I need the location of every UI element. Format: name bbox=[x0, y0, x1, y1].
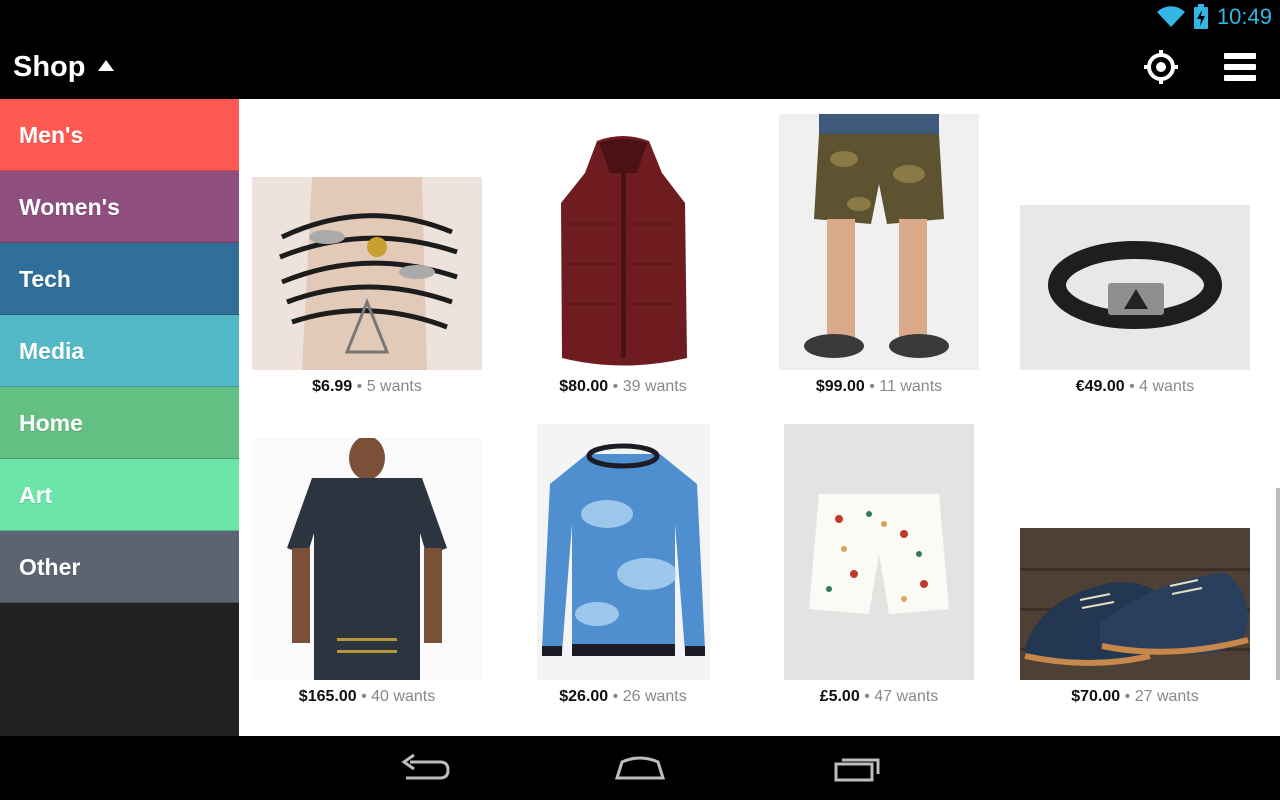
caret-up-icon bbox=[97, 60, 114, 71]
product-card[interactable] bbox=[779, 114, 979, 370]
product-card[interactable] bbox=[252, 177, 482, 407]
product-wants: 26 wants bbox=[622, 688, 687, 705]
product-price: $99.00 bbox=[815, 378, 865, 395]
action-bar: Shop bbox=[0, 33, 1280, 99]
product-caption: $6.99 • 5 wants bbox=[252, 378, 482, 396]
product-price: $26.00 bbox=[559, 688, 609, 705]
separator: • bbox=[1124, 688, 1131, 705]
sidebar-item-label: Other bbox=[19, 554, 81, 580]
product-caption: €49.00 • 4 wants bbox=[1020, 378, 1250, 396]
product-caption: $165.00 • 40 wants bbox=[252, 688, 482, 706]
product-card[interactable] bbox=[784, 424, 974, 680]
product-price: $6.99 bbox=[312, 378, 353, 395]
sidebar-item-label: Home bbox=[19, 410, 83, 436]
product-wants: 47 wants bbox=[874, 688, 939, 705]
separator: • bbox=[1129, 378, 1135, 395]
recents-icon[interactable] bbox=[828, 750, 888, 786]
product-wants: 27 wants bbox=[1134, 688, 1199, 705]
product-caption: $80.00 • 39 wants bbox=[508, 378, 738, 396]
shoes-image bbox=[1020, 528, 1250, 680]
product-caption: £5.00 • 47 wants bbox=[764, 688, 994, 706]
back-icon[interactable] bbox=[396, 750, 456, 786]
separator: • bbox=[869, 378, 875, 395]
product-wants: 11 wants bbox=[879, 378, 943, 395]
sidebar-item-media[interactable]: Media bbox=[0, 315, 239, 387]
category-sidebar: Men's Women's Tech Media Home Art Other bbox=[0, 99, 239, 736]
sidebar-item-home[interactable]: Home bbox=[0, 387, 239, 459]
product-card[interactable] bbox=[1020, 528, 1250, 680]
home-icon[interactable] bbox=[610, 750, 670, 786]
belt-image bbox=[1020, 205, 1250, 370]
product-caption: $99.00 • 11 wants bbox=[764, 378, 994, 396]
separator: • bbox=[612, 688, 619, 705]
sidebar-item-label: Women's bbox=[19, 194, 120, 220]
sidebar-item-womens[interactable]: Women's bbox=[0, 171, 239, 243]
system-nav-bar bbox=[0, 736, 1280, 800]
bracelet-image bbox=[252, 177, 482, 370]
shop-title-dropdown[interactable]: Shop bbox=[13, 51, 114, 84]
separator: • bbox=[864, 688, 870, 705]
clock: 10:49 bbox=[1216, 4, 1272, 29]
tshirt-image bbox=[252, 438, 482, 680]
product-wants: 5 wants bbox=[366, 378, 422, 395]
sidebar-item-tech[interactable]: Tech bbox=[0, 243, 239, 315]
product-price: €49.00 bbox=[1075, 378, 1125, 395]
sidebar-item-art[interactable]: Art bbox=[0, 459, 239, 531]
product-price: $80.00 bbox=[559, 378, 609, 395]
vest-image bbox=[537, 133, 710, 371]
sidebar-item-mens[interactable]: Men's bbox=[0, 99, 239, 171]
product-caption: $26.00 • 26 wants bbox=[508, 688, 738, 706]
product-card[interactable] bbox=[252, 438, 482, 680]
sweater-image bbox=[537, 424, 710, 680]
status-icons: 10:49 bbox=[1156, 4, 1272, 30]
product-grid: $6.99 • 5 wants $80.00 • 39 wants $99.00… bbox=[239, 99, 1280, 736]
scroll-peek-card bbox=[1276, 488, 1280, 680]
my-location-icon[interactable] bbox=[1142, 48, 1180, 86]
battery-charging-icon bbox=[1193, 4, 1209, 30]
sidebar-item-label: Men's bbox=[19, 122, 84, 148]
sidebar-item-label: Art bbox=[19, 482, 53, 508]
product-caption: $70.00 • 27 wants bbox=[1020, 688, 1250, 706]
separator: • bbox=[356, 378, 363, 395]
product-price: £5.00 bbox=[819, 688, 860, 705]
product-wants: 39 wants bbox=[622, 378, 687, 395]
product-card[interactable] bbox=[1020, 205, 1250, 370]
menu-icon[interactable] bbox=[1221, 48, 1259, 86]
shorts-print-image bbox=[784, 424, 974, 680]
sidebar-item-label: Tech bbox=[19, 266, 71, 292]
product-card[interactable] bbox=[537, 133, 710, 371]
separator: • bbox=[361, 688, 367, 705]
shorts-camo-image bbox=[779, 114, 979, 370]
sidebar-item-label: Media bbox=[19, 338, 85, 364]
sidebar-item-other[interactable]: Other bbox=[0, 531, 239, 603]
product-price: $165.00 bbox=[298, 688, 357, 705]
product-wants: 40 wants bbox=[371, 688, 436, 705]
product-wants: 4 wants bbox=[1139, 378, 1195, 395]
separator: • bbox=[612, 378, 619, 395]
wifi-icon bbox=[1156, 6, 1185, 28]
status-bar: 10:49 bbox=[0, 0, 1280, 33]
product-card[interactable] bbox=[537, 424, 710, 680]
page-title: Shop bbox=[13, 51, 86, 83]
product-price: $70.00 bbox=[1071, 688, 1121, 705]
